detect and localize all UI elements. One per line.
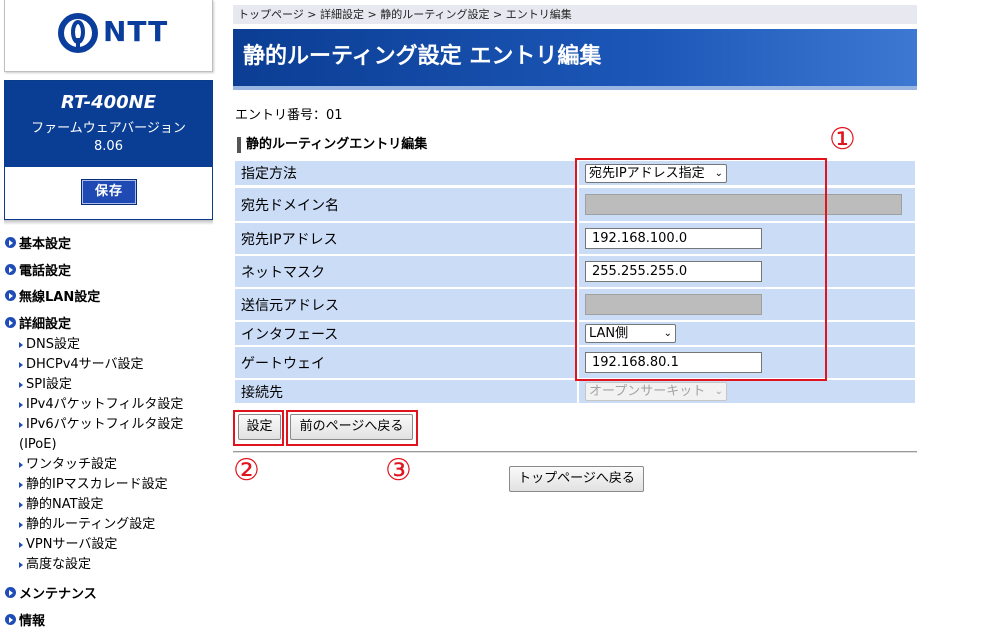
firmware-label: ファームウェアバージョン: [31, 121, 186, 136]
nav-sub-label: DNS設定: [26, 337, 80, 352]
nav-sub-label: DHCPv4サーバ設定: [26, 357, 144, 372]
annotation-label-3: ③: [385, 453, 412, 488]
arrow-circle-icon: [5, 264, 16, 275]
dest-ip-label: 宛先IPアドレス: [235, 223, 577, 254]
nav-advanced[interactable]: 高度な設定: [19, 557, 91, 573]
nav-info[interactable]: 情報: [5, 610, 45, 629]
nav-label: 基本設定: [19, 237, 72, 252]
nav-static-nat[interactable]: 静的NAT設定: [19, 497, 104, 513]
connection-cell: オープンサーキット ⌄: [579, 380, 915, 403]
nav-sub-label: 静的ルーティング設定: [26, 517, 156, 532]
save-button[interactable]: 保存: [81, 179, 137, 205]
nav-label: メンテナンス: [19, 587, 97, 602]
netmask-label: ネットマスク: [235, 256, 577, 287]
triangle-icon: [19, 342, 23, 348]
nav-detail-settings[interactable]: 詳細設定: [5, 313, 71, 332]
nav-label: 無線LAN設定: [19, 290, 101, 305]
breadcrumb[interactable]: トップページ > 詳細設定 > 静的ルーティング設定 > エントリ編集: [233, 5, 917, 24]
domain-label: 宛先ドメイン名: [235, 188, 577, 221]
gateway-label: ゲートウェイ: [235, 347, 577, 378]
row-connection: 接続先 オープンサーキット ⌄: [235, 380, 915, 403]
divider: [233, 451, 917, 453]
nav-sub-label: IPv6パケットフィルタ設定: [26, 417, 184, 432]
arrow-circle-icon: [5, 614, 16, 625]
model-panel: RT-400NE ファームウェアバージョン 8.06 保存: [4, 80, 213, 220]
triangle-icon: [19, 422, 23, 428]
nav-label: 電話設定: [19, 264, 72, 279]
triangle-icon: [19, 482, 23, 488]
arrow-circle-icon: [5, 237, 16, 248]
triangle-icon: [19, 522, 23, 528]
triangle-icon: [19, 502, 23, 508]
nav-ipv6-filter[interactable]: IPv6パケットフィルタ設定: [19, 417, 183, 433]
connection-label: 接続先: [235, 380, 577, 403]
nav-sub-label: 静的IPマスカレード設定: [26, 477, 168, 492]
triangle-icon: [19, 402, 23, 408]
logo-text: NTT: [103, 15, 169, 48]
nav-sub-label: 静的NAT設定: [26, 497, 104, 512]
nav-ipv4-filter[interactable]: IPv4パケットフィルタ設定: [19, 397, 183, 413]
triangle-icon: [19, 542, 23, 548]
nav-spi[interactable]: SPI設定: [19, 377, 72, 393]
nav-one-touch[interactable]: ワンタッチ設定: [19, 457, 117, 473]
source-label: 送信元アドレス: [235, 289, 577, 320]
nav-phone-settings[interactable]: 電話設定: [5, 260, 71, 279]
triangle-icon: [19, 462, 23, 468]
nav-wlan-settings[interactable]: 無線LAN設定: [5, 286, 100, 305]
triangle-icon: [19, 382, 23, 388]
triangle-icon: [19, 562, 23, 568]
nav-sub-label: IPv4パケットフィルタ設定: [26, 397, 184, 412]
entry-number: エントリ番号：01: [235, 108, 343, 123]
interface-label: インタフェース: [235, 322, 577, 345]
nav-dhcpv4[interactable]: DHCPv4サーバ設定: [19, 357, 144, 373]
sidebar: NTT RT-400NE ファームウェアバージョン 8.06 保存 基本設定 電…: [0, 0, 217, 634]
model-header: RT-400NE ファームウェアバージョン 8.06: [5, 81, 212, 167]
nav-static-routing[interactable]: 静的ルーティング設定: [19, 517, 155, 533]
model-name: RT-400NE: [60, 92, 157, 113]
nav-sub-label: VPNサーバ設定: [26, 537, 118, 552]
section-title: 静的ルーティングエントリ編集: [237, 137, 427, 153]
nav-dns[interactable]: DNS設定: [19, 337, 80, 353]
nav-static-masquerade[interactable]: 静的IPマスカレード設定: [19, 477, 168, 493]
nav-sub-label: (IPoE): [19, 437, 57, 452]
connection-select: オープンサーキット ⌄: [585, 382, 727, 401]
nav-maintenance[interactable]: メンテナンス: [5, 583, 97, 602]
annotation-label-1: ①: [829, 122, 856, 157]
logo-box: NTT: [4, 0, 213, 72]
sidebar-divider: [4, 220, 213, 225]
annotation-box-3: [286, 410, 418, 446]
annotation-box-1: [575, 158, 827, 381]
firmware-version: 8.06: [94, 139, 123, 154]
annotation-box-2: [233, 410, 284, 446]
annotation-label-2: ②: [233, 453, 260, 488]
nav-label: 詳細設定: [19, 317, 72, 332]
nav-ipv6-filter-suffix[interactable]: (IPoE): [19, 437, 57, 453]
nav-label: 情報: [19, 614, 46, 629]
chevron-down-icon: ⌄: [714, 386, 723, 397]
page-title: 静的ルーティング設定 エントリ編集: [233, 29, 917, 90]
ntt-logo-icon: [58, 13, 98, 53]
arrow-circle-icon: [5, 290, 16, 301]
arrow-circle-icon: [5, 317, 16, 328]
nav-sub-label: ワンタッチ設定: [26, 457, 118, 472]
nav-sub-label: 高度な設定: [26, 557, 92, 572]
triangle-icon: [19, 362, 23, 368]
method-label: 指定方法: [235, 161, 577, 185]
connection-selected: オープンサーキット: [589, 384, 706, 399]
nav-basic-settings[interactable]: 基本設定: [5, 233, 71, 252]
nav-vpn-server[interactable]: VPNサーバ設定: [19, 537, 117, 553]
top-page-button[interactable]: トップページへ戻る: [509, 466, 644, 492]
arrow-circle-icon: [5, 587, 16, 598]
nav-sub-label: SPI設定: [26, 377, 72, 392]
